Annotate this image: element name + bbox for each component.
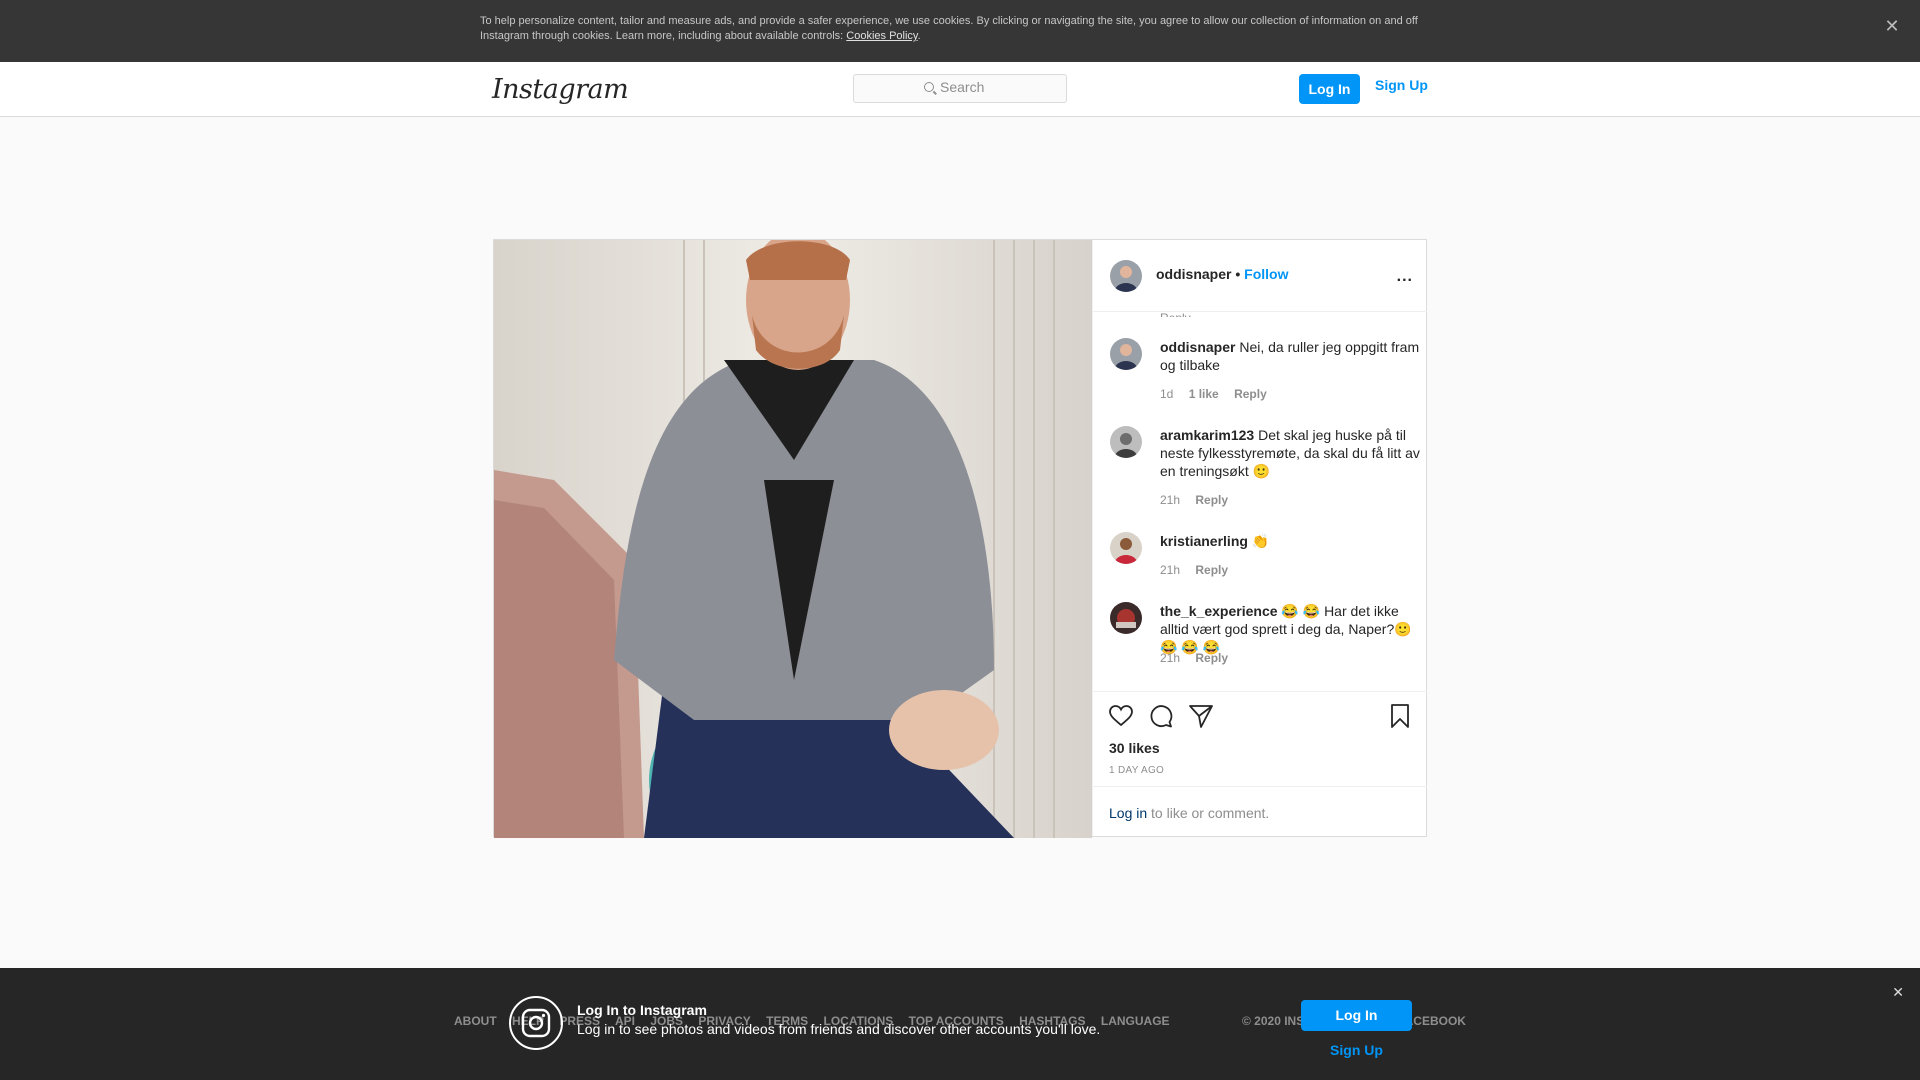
post-header: oddisnaper • Follow ... [1093, 240, 1427, 312]
cookies-policy-link[interactable]: Cookies Policy [846, 30, 917, 42]
comment-text: 👏 [1251, 533, 1270, 549]
heart-icon[interactable] [1108, 703, 1134, 729]
search-placeholder: Search [940, 79, 985, 95]
post-actions: 30 likes 1 DAY AGO Log in to like or com… [1093, 691, 1427, 838]
top-nav: Instagram Search Log In Sign Up [0, 62, 1920, 117]
avatar[interactable] [1110, 260, 1142, 292]
comment-likes[interactable]: 1 like [1189, 387, 1219, 401]
likes-count[interactable]: 30 likes [1109, 740, 1160, 756]
share-icon[interactable] [1188, 703, 1214, 729]
close-icon[interactable]: ✕ [1882, 16, 1902, 36]
promo-signup-link[interactable]: Sign Up [1301, 1042, 1412, 1058]
post-image [494, 240, 1092, 838]
footer-link-about[interactable]: ABOUT [454, 1014, 497, 1028]
comment-time[interactable]: 1d [1160, 387, 1173, 401]
comment-username[interactable]: kristianerling [1160, 533, 1248, 549]
instagram-glyph-icon [509, 996, 563, 1050]
close-icon[interactable]: ✕ [1892, 984, 1904, 1001]
comments-list[interactable]: Reply oddisnaper Nei, da ruller jeg oppg… [1093, 311, 1427, 691]
footer: ABOUT HELP PRESS API JOBS PRIVACY TERMS … [0, 968, 1920, 1080]
reply-button[interactable]: Reply [1195, 493, 1228, 507]
instagram-logo[interactable]: Instagram [492, 74, 629, 105]
post-card: oddisnaper • Follow ... Reply oddisnaper… [493, 239, 1427, 838]
comment-username[interactable]: aramkarim123 [1160, 427, 1254, 443]
more-options-icon[interactable]: ... [1397, 268, 1413, 286]
avatar[interactable] [1110, 426, 1142, 458]
reply-button[interactable]: Reply [1195, 563, 1228, 577]
login-prompt: Log in to like or comment. [1093, 786, 1427, 839]
comment-time[interactable]: 21h [1160, 651, 1180, 665]
promo-subtitle: Log in to see photos and videos from fri… [577, 1021, 1101, 1037]
cookie-banner: To help personalize content, tailor and … [0, 0, 1920, 62]
truncated-meta: Reply [1160, 311, 1230, 317]
promo-login-button[interactable]: Log In [1301, 1000, 1412, 1031]
promo-title: Log In to Instagram [577, 1002, 707, 1018]
comment-time[interactable]: 21h [1160, 563, 1180, 577]
comment-username[interactable]: oddisnaper [1160, 339, 1235, 355]
signup-link[interactable]: Sign Up [1375, 74, 1428, 104]
avatar[interactable] [1110, 602, 1142, 634]
post-timestamp[interactable]: 1 DAY AGO [1109, 765, 1164, 776]
avatar[interactable] [1110, 338, 1142, 370]
reply-button[interactable]: Reply [1234, 387, 1267, 401]
login-link[interactable]: Log in [1109, 805, 1147, 821]
avatar[interactable] [1110, 532, 1142, 564]
cookie-message: To help personalize content, tailor and … [480, 15, 1418, 42]
bookmark-icon[interactable] [1387, 703, 1413, 729]
login-prompt-text: to like or comment. [1151, 805, 1270, 821]
separator-dot: • [1235, 266, 1241, 282]
comment-time[interactable]: 21h [1160, 493, 1180, 507]
footer-link-language[interactable]: LANGUAGE [1101, 1014, 1170, 1028]
search-icon [924, 82, 934, 92]
follow-button[interactable]: Follow [1244, 266, 1288, 282]
search-input[interactable]: Search [853, 74, 1067, 103]
cookie-text: To help personalize content, tailor and … [480, 15, 1418, 42]
post-photo[interactable] [494, 240, 1092, 838]
post-sidebar: oddisnaper • Follow ... Reply oddisnaper… [1092, 240, 1427, 836]
post-author-username[interactable]: oddisnaper [1156, 266, 1231, 282]
comment-username[interactable]: the_k_experience [1160, 603, 1278, 619]
reply-button[interactable]: Reply [1195, 651, 1228, 665]
comment-icon[interactable] [1148, 703, 1174, 729]
login-button[interactable]: Log In [1299, 74, 1360, 104]
